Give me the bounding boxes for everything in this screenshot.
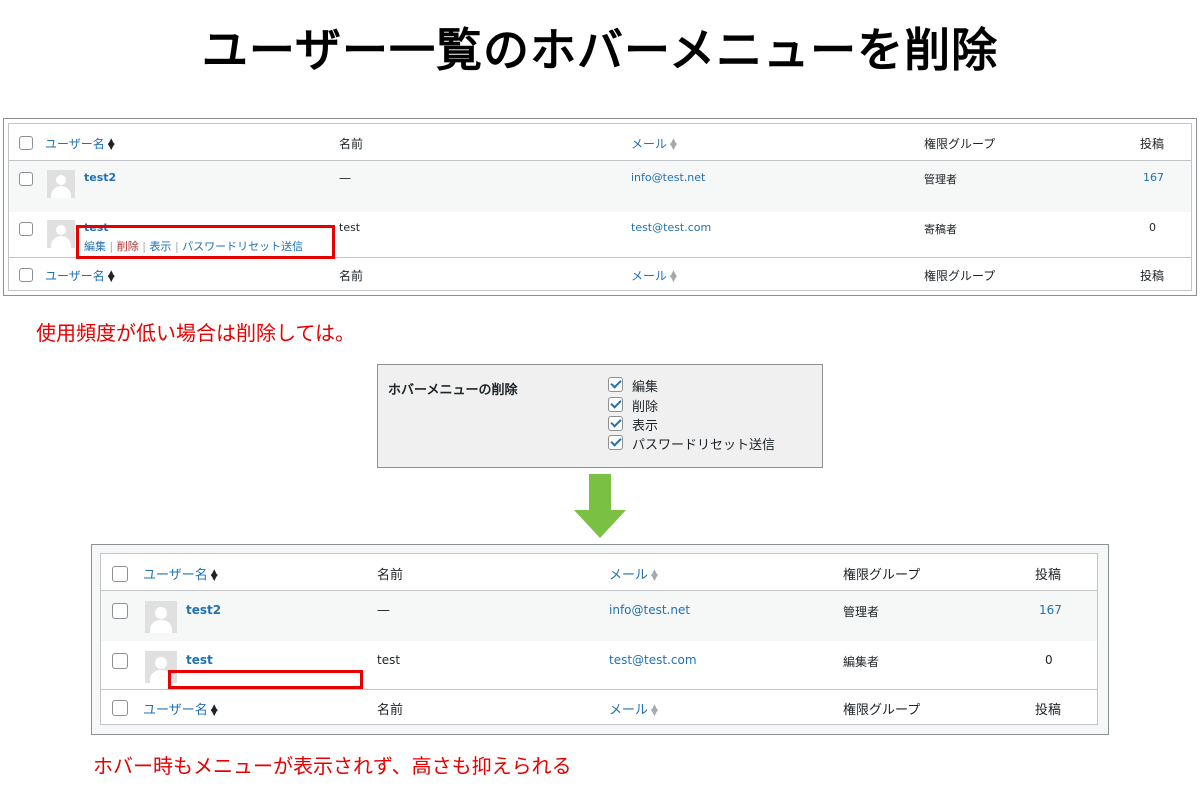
option-label: 削除 <box>632 400 659 415</box>
select-all-checkbox[interactable] <box>19 136 33 150</box>
select-all-checkbox[interactable] <box>19 268 33 282</box>
role-cell: 管理者 <box>843 605 880 619</box>
email-link[interactable]: info@test.net <box>609 603 690 617</box>
highlight-box <box>76 225 335 259</box>
column-posts: 投稿 <box>1035 703 1062 718</box>
column-email[interactable]: メール ▲ ▼ <box>631 267 677 284</box>
column-role: 権限グループ <box>843 703 921 718</box>
username-link[interactable]: test2 <box>84 171 116 184</box>
column-email-label[interactable]: メール <box>609 703 648 718</box>
sort-icon[interactable]: ▲ ▼ <box>651 703 658 717</box>
email-link[interactable]: test@test.com <box>631 221 711 234</box>
sort-icon[interactable]: ▲ ▼ <box>670 137 677 151</box>
column-role: 権限グループ <box>924 137 996 151</box>
avatar <box>47 220 75 248</box>
option-label: 編集 <box>632 380 659 395</box>
username-link[interactable]: test <box>186 653 213 667</box>
sort-icon[interactable]: ▲ ▼ <box>211 703 218 717</box>
table-row: test2 — info@test.net 管理者 167 <box>9 161 1191 212</box>
table-footer: ユーザー名 ▲ ▼ 名前 メール ▲ ▼ 権限グループ 投稿 <box>101 690 1097 726</box>
column-username-label[interactable]: ユーザー名 <box>45 137 105 151</box>
column-username-label[interactable]: ユーザー名 <box>143 568 208 583</box>
row-checkbox[interactable] <box>112 603 128 619</box>
users-table-after: ユーザー名 ▲ ▼ 名前 メール ▲ ▼ 権限グループ 投稿 test2 — info@… <box>91 544 1109 735</box>
sort-icon[interactable]: ▲ ▼ <box>651 568 658 582</box>
sort-icon[interactable]: ▲ ▼ <box>211 568 218 582</box>
email-link[interactable]: test@test.com <box>609 653 697 667</box>
posts-count-link[interactable]: 167 <box>1039 603 1062 617</box>
sort-icon[interactable]: ▲ ▼ <box>670 269 677 283</box>
sort-icon[interactable]: ▲ ▼ <box>108 269 115 283</box>
checkbox-checked[interactable] <box>608 377 623 392</box>
name-cell: — <box>339 171 351 185</box>
name-cell: test <box>377 653 401 667</box>
column-posts: 投稿 <box>1140 269 1165 283</box>
users-table-before: ユーザー名 ▲ ▼ 名前 メール ▲ ▼ 権限グループ 投稿 test2 — info@… <box>3 118 1197 296</box>
row-checkbox[interactable] <box>19 172 33 186</box>
hover-menu-settings: ホバーメニューの削除 編集 削除 表示 パスワードリセット送信 <box>377 364 823 468</box>
checkbox-checked[interactable] <box>608 416 623 431</box>
note-bottom: ホバー時もメニューが表示されず、高さも抑えられる <box>93 754 572 778</box>
column-username[interactable]: ユーザー名 ▲ ▼ <box>45 135 115 152</box>
column-username[interactable]: ユーザー名 ▲ ▼ <box>45 267 115 284</box>
column-username[interactable]: ユーザー名 ▲ ▼ <box>143 699 218 718</box>
column-name: 名前 <box>377 568 404 583</box>
column-role: 権限グループ <box>843 568 921 583</box>
role-cell: 管理者 <box>924 173 957 186</box>
select-all-checkbox[interactable] <box>112 566 128 582</box>
name-cell: test <box>339 221 361 234</box>
column-username-label[interactable]: ユーザー名 <box>45 269 105 283</box>
column-role: 権限グループ <box>924 269 996 283</box>
select-all-checkbox[interactable] <box>112 700 128 716</box>
note-top: 使用頻度が低い場合は削除しては。 <box>36 321 355 345</box>
column-email-label[interactable]: メール <box>631 269 667 283</box>
settings-label: ホバーメニューの削除 <box>388 383 518 398</box>
checkbox-checked[interactable] <box>608 435 623 450</box>
role-cell: 寄稿者 <box>924 223 957 236</box>
column-posts: 投稿 <box>1140 137 1165 151</box>
table-row: test2 — info@test.net 管理者 167 <box>101 591 1097 641</box>
column-posts: 投稿 <box>1035 568 1062 583</box>
column-email-label[interactable]: メール <box>609 568 648 583</box>
column-email-label[interactable]: メール <box>631 137 667 151</box>
posts-count-link[interactable]: 167 <box>1143 171 1164 184</box>
column-name: 名前 <box>339 137 364 151</box>
avatar <box>145 601 177 633</box>
row-checkbox[interactable] <box>19 222 33 236</box>
table-header: ユーザー名 ▲ ▼ 名前 メール ▲ ▼ 権限グループ 投稿 <box>9 124 1191 161</box>
role-cell: 編集者 <box>843 655 880 669</box>
down-arrow-icon <box>574 474 626 538</box>
column-username-label[interactable]: ユーザー名 <box>143 703 208 718</box>
posts-count: 0 <box>1045 653 1053 667</box>
table-footer: ユーザー名 ▲ ▼ 名前 メール ▲ ▼ 権限グループ 投稿 <box>9 258 1191 292</box>
option-label: 表示 <box>632 419 659 434</box>
avatar <box>47 170 75 198</box>
posts-count: 0 <box>1149 221 1156 234</box>
row-checkbox[interactable] <box>112 653 128 669</box>
page-title: ユーザー一覧のホバーメニューを削除 <box>201 23 999 77</box>
name-cell: — <box>377 603 390 618</box>
option-label: パスワードリセット送信 <box>632 438 776 453</box>
column-email[interactable]: メール ▲ ▼ <box>609 564 658 583</box>
sort-icon[interactable]: ▲ ▼ <box>108 137 115 151</box>
column-username[interactable]: ユーザー名 ▲ ▼ <box>143 564 218 583</box>
email-link[interactable]: info@test.net <box>631 171 705 184</box>
username-link[interactable]: test2 <box>186 603 221 617</box>
table-header: ユーザー名 ▲ ▼ 名前 メール ▲ ▼ 権限グループ 投稿 <box>101 554 1097 591</box>
column-name: 名前 <box>339 269 364 283</box>
column-email[interactable]: メール ▲ ▼ <box>631 135 677 152</box>
column-email[interactable]: メール ▲ ▼ <box>609 699 658 718</box>
checkbox-checked[interactable] <box>608 397 623 412</box>
highlight-box <box>168 670 363 689</box>
column-name: 名前 <box>377 703 404 718</box>
